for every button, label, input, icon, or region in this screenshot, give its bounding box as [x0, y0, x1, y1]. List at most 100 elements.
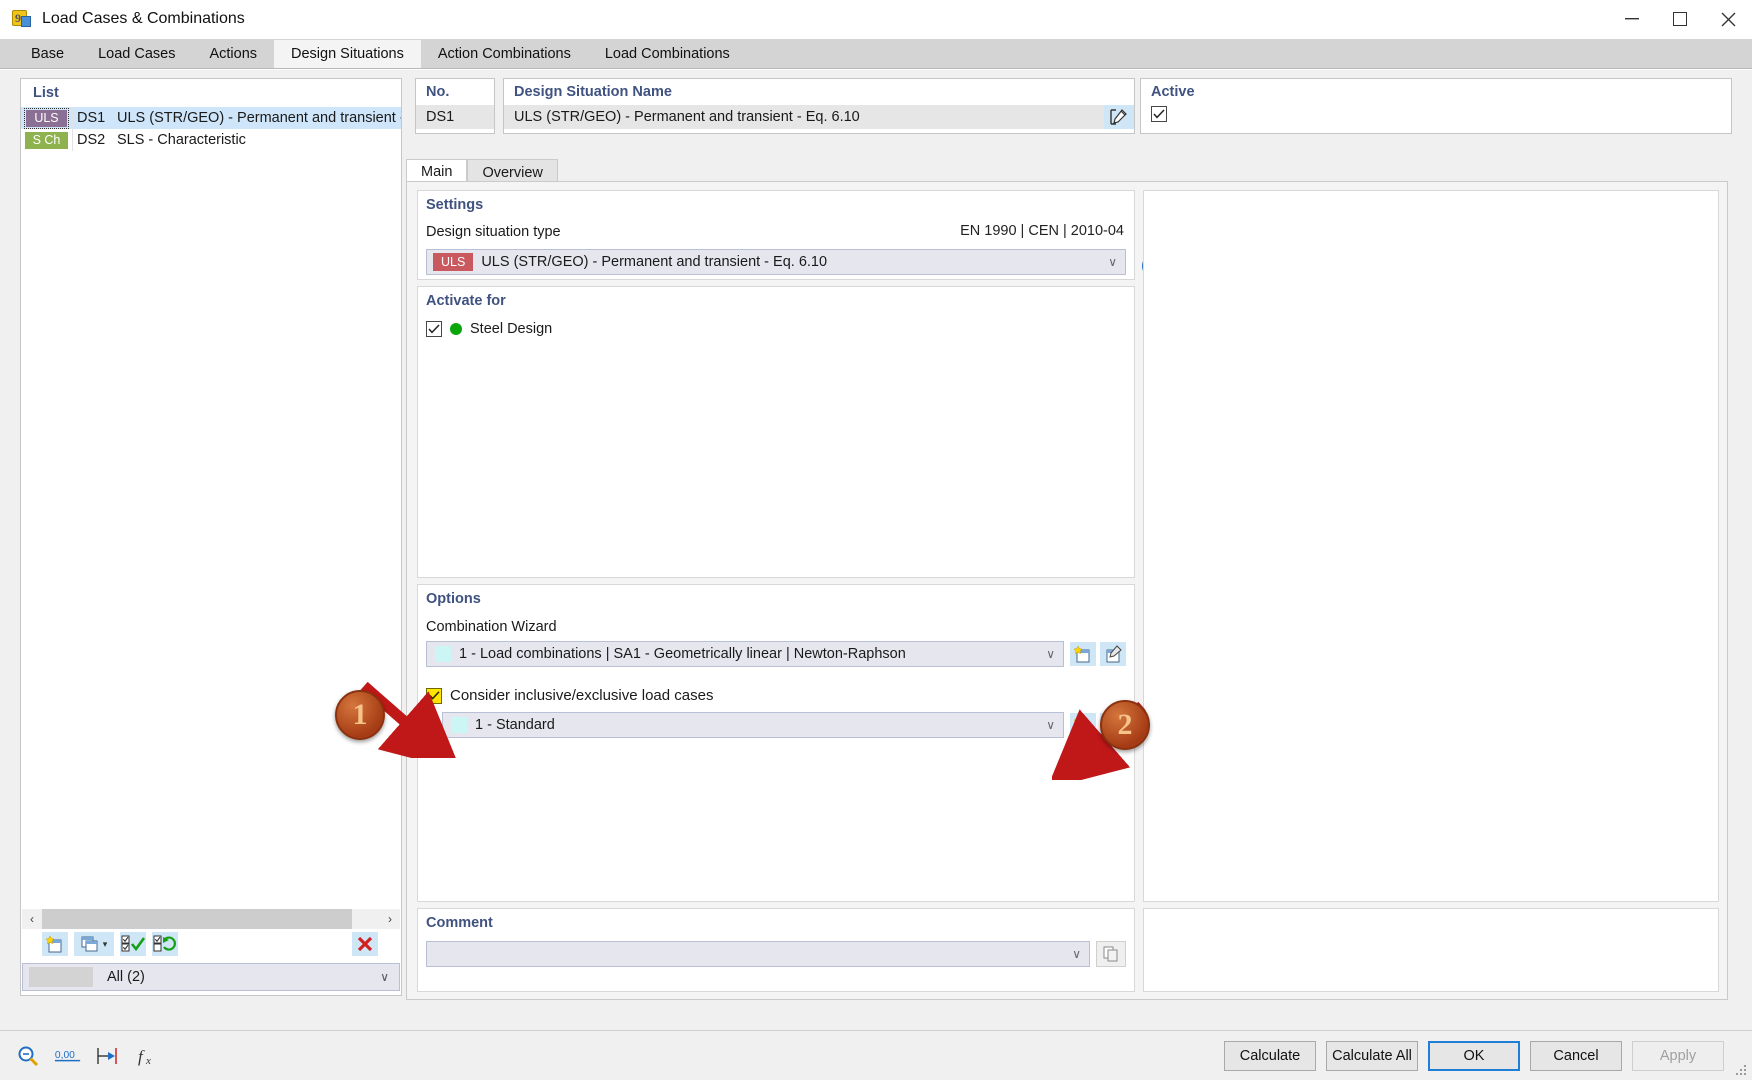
chevron-down-icon[interactable]: ∨	[1046, 647, 1055, 661]
new-design-situation-icon[interactable]	[42, 932, 68, 956]
chevron-down-icon[interactable]: ∨	[1108, 255, 1117, 269]
activate-item-label: Steel Design	[470, 321, 553, 337]
cancel-button[interactable]: Cancel	[1530, 1040, 1622, 1071]
comment-library-icon[interactable]	[1096, 941, 1126, 967]
window-controls	[1608, 0, 1752, 39]
number-field-group: No. DS1	[415, 78, 495, 134]
steel-design-checkbox[interactable]	[426, 321, 442, 337]
filter-swatch	[29, 967, 93, 987]
list-body: ULS DS1 ULS (STR/GEO) - Permanent and tr…	[21, 107, 401, 907]
tab-base[interactable]: Base	[14, 40, 82, 68]
delete-design-situation-icon[interactable]	[352, 932, 378, 956]
edit-name-icon[interactable]	[1104, 105, 1134, 129]
active-group: Active	[1140, 78, 1732, 134]
comment-value	[427, 946, 435, 962]
row-tag-cell: ULS	[21, 107, 73, 129]
ok-button[interactable]: OK	[1428, 1040, 1520, 1071]
combination-wizard-label: Combination Wizard	[426, 619, 557, 635]
combination-wizard-value: 1 - Load combinations | SA1 - Geometrica…	[459, 646, 906, 662]
design-situation-name-label: Design Situation Name	[514, 84, 672, 100]
inclusive-exclusive-standard-combo[interactable]: 1 - Standard ∨	[442, 712, 1064, 738]
select-all-icon[interactable]	[120, 932, 146, 956]
status-bar: 0,00 f x Calculate Calculate All OK Canc…	[0, 1030, 1752, 1080]
consider-inclusive-exclusive-label: Consider inclusive/exclusive load cases	[450, 687, 714, 704]
comment-group: Comment ∨	[417, 908, 1135, 992]
calculate-button[interactable]: Calculate	[1224, 1040, 1316, 1071]
callout-badge-1: 1	[335, 690, 385, 740]
chevron-down-icon[interactable]: ∨	[1072, 947, 1081, 961]
scroll-left-icon[interactable]: ‹	[22, 909, 42, 929]
maximize-button[interactable]	[1656, 0, 1704, 39]
settings-group: Settings Design situation type EN 1990 |…	[417, 190, 1166, 280]
tab-action-combinations[interactable]: Action Combinations	[420, 40, 588, 68]
filter-value: All (2)	[107, 969, 145, 985]
uls-pill: ULS	[433, 253, 474, 271]
scroll-track[interactable]	[42, 909, 380, 929]
resize-grip[interactable]	[1736, 1065, 1748, 1077]
svg-text:f: f	[138, 1047, 145, 1066]
row-tag-cell: S Ch	[21, 129, 73, 151]
close-button[interactable]	[1704, 0, 1752, 39]
activate-item-steel-design[interactable]: Steel Design	[418, 321, 1134, 337]
list-item[interactable]: S Ch DS2 SLS - Characteristic	[21, 129, 401, 151]
consider-inclusive-exclusive-row[interactable]: Consider inclusive/exclusive load cases	[426, 687, 1134, 704]
sls-tag: S Ch	[24, 131, 69, 149]
tab-actions[interactable]: Actions	[192, 40, 275, 68]
wizard-color-swatch	[435, 646, 451, 662]
active-checkbox[interactable]	[1151, 106, 1167, 122]
scroll-thumb[interactable]	[42, 909, 352, 929]
list-panel-title: List	[33, 85, 59, 101]
combination-wizard-combo[interactable]: 1 - Load combinations | SA1 - Geometrica…	[426, 641, 1064, 667]
callout-badge-2: 2	[1100, 700, 1150, 750]
number-label: No.	[426, 84, 450, 100]
edit-combination-wizard-icon[interactable]	[1100, 642, 1126, 666]
activate-for-title: Activate for	[426, 293, 506, 309]
list-item[interactable]: ULS DS1 ULS (STR/GEO) - Permanent and tr…	[21, 107, 401, 129]
units-icon[interactable]	[94, 1043, 122, 1069]
tab-load-combinations[interactable]: Load Combinations	[587, 40, 747, 68]
chevron-down-icon[interactable]: ∨	[380, 970, 389, 984]
tab-design-situations[interactable]: Design Situations	[274, 40, 421, 68]
app-icon: 9	[12, 9, 32, 29]
uls-tag: ULS	[24, 107, 69, 129]
main-tab-strip: Base Load Cases Actions Design Situation…	[0, 39, 1752, 69]
standard-reference: EN 1990 | CEN | 2010-04	[960, 223, 1124, 239]
window-title: Load Cases & Combinations	[42, 10, 245, 27]
design-situation-type-combo[interactable]: ULS ULS (STR/GEO) - Permanent and transi…	[426, 249, 1126, 275]
chevron-down-icon[interactable]: ▾	[103, 939, 108, 950]
design-situation-type-label: Design situation type	[426, 224, 561, 240]
tab-load-cases[interactable]: Load Cases	[81, 40, 193, 68]
row-name: SLS - Characteristic	[117, 132, 246, 148]
minimize-button[interactable]	[1608, 0, 1656, 39]
scroll-right-icon[interactable]: ›	[380, 909, 400, 929]
design-situation-name-input[interactable]: ULS (STR/GEO) - Permanent and transient …	[504, 105, 1104, 129]
title-bar: 9 Load Cases & Combinations	[0, 0, 1752, 39]
options-group: Options Combination Wizard 1 - Load comb…	[417, 584, 1135, 902]
function-icon[interactable]: f x	[134, 1043, 162, 1069]
comment-title: Comment	[426, 915, 493, 931]
decimal-places-icon[interactable]: 0,00	[54, 1043, 82, 1069]
right-comment-panel	[1143, 908, 1719, 992]
list-filter-combo[interactable]: All (2) ∨	[22, 963, 400, 991]
options-title: Options	[426, 591, 481, 607]
design-situation-name-group: Design Situation Name ULS (STR/GEO) - Pe…	[503, 78, 1135, 134]
invert-selection-icon[interactable]	[152, 932, 178, 956]
row-number: DS1	[77, 110, 106, 126]
list-horizontal-scrollbar[interactable]: ‹ ›	[22, 909, 400, 929]
row-name: ULS (STR/GEO) - Permanent and transient …	[117, 110, 401, 126]
list-toolbar: ▾	[22, 929, 400, 959]
magnifier-icon[interactable]	[14, 1043, 42, 1069]
status-dot-icon	[450, 323, 462, 335]
calculate-all-button[interactable]: Calculate All	[1326, 1040, 1418, 1071]
comment-input[interactable]: ∨	[426, 941, 1090, 967]
right-preview-panel	[1143, 190, 1719, 902]
apply-button: Apply	[1632, 1040, 1724, 1071]
new-combination-wizard-icon[interactable]	[1070, 642, 1096, 666]
row-number: DS2	[77, 132, 106, 148]
number-value: DS1	[416, 105, 494, 129]
settings-title: Settings	[426, 197, 484, 213]
duplicate-design-situation-icon[interactable]: ▾	[74, 932, 114, 956]
design-situation-type-value: ULS (STR/GEO) - Permanent and transient …	[481, 254, 828, 270]
active-label: Active	[1151, 84, 1195, 100]
list-panel: List ULS DS1 ULS (STR/GEO) - Permanent a…	[20, 78, 402, 996]
